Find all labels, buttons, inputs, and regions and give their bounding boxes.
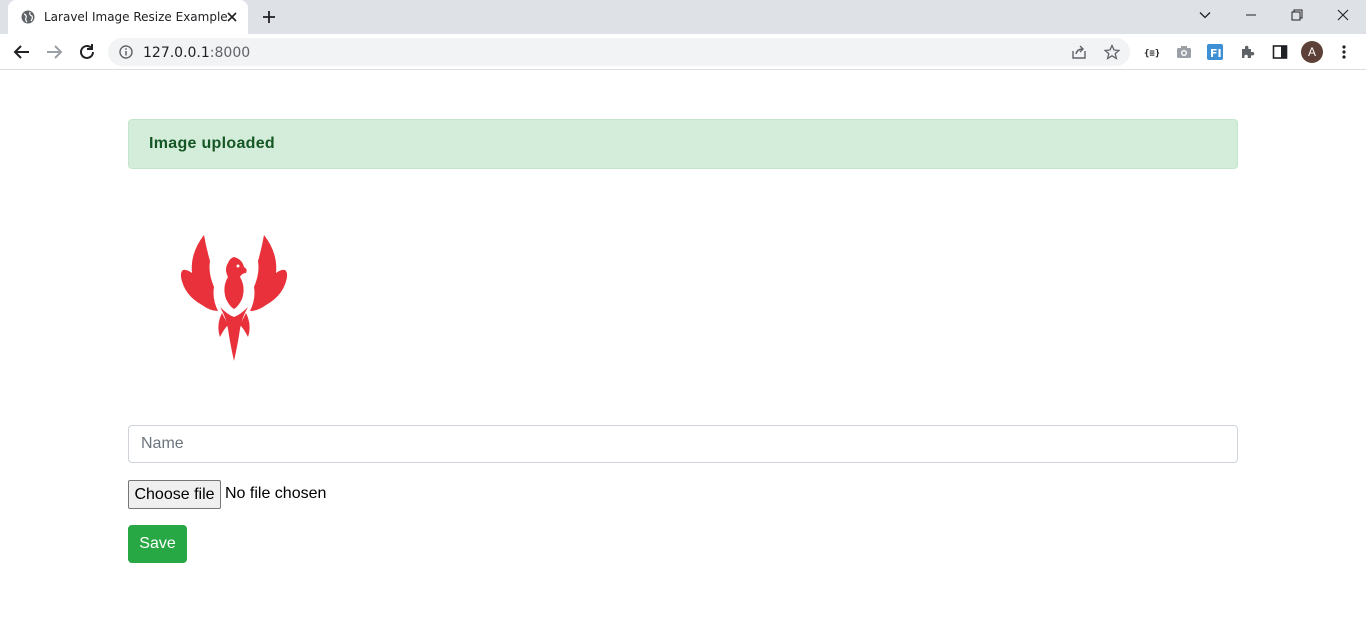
share-icon[interactable] bbox=[1071, 44, 1087, 60]
tab-strip: Laravel Image Resize Example bbox=[0, 0, 1366, 34]
file-status-text: No file chosen bbox=[225, 485, 327, 502]
close-icon[interactable] bbox=[224, 9, 240, 25]
chevron-down-icon bbox=[1199, 12, 1211, 19]
tab-title: Laravel Image Resize Example bbox=[44, 10, 228, 24]
address-bar[interactable]: 127.0.0.1:8000 bbox=[108, 38, 1130, 66]
kebab-menu-icon[interactable] bbox=[1336, 44, 1352, 60]
star-icon[interactable] bbox=[1104, 44, 1120, 60]
fi-extension-icon[interactable]: FI bbox=[1207, 44, 1223, 60]
svg-text:{≡}: {≡} bbox=[1144, 49, 1159, 59]
minimize-button[interactable] bbox=[1228, 0, 1274, 30]
phoenix-logo bbox=[180, 235, 288, 361]
side-panel-icon[interactable] bbox=[1272, 44, 1288, 60]
browser-tab[interactable]: Laravel Image Resize Example bbox=[8, 0, 248, 34]
minimize-icon bbox=[1246, 14, 1256, 16]
restore-button[interactable] bbox=[1274, 0, 1320, 30]
avatar[interactable]: A bbox=[1301, 41, 1323, 63]
globe-icon bbox=[21, 10, 35, 24]
alert-message: Image uploaded bbox=[149, 135, 275, 152]
success-alert: Image uploaded bbox=[128, 119, 1238, 169]
page-content: Image uploaded Choose file No file chose… bbox=[0, 71, 1366, 634]
svg-text:FI: FI bbox=[1210, 47, 1222, 60]
puzzle-icon[interactable] bbox=[1240, 44, 1256, 60]
info-icon[interactable] bbox=[119, 45, 133, 59]
browser-toolbar: 127.0.0.1:8000 {≡} FI A bbox=[0, 34, 1366, 70]
choose-file-button[interactable]: Choose file bbox=[128, 480, 221, 509]
tab-search-button[interactable] bbox=[1182, 0, 1228, 30]
back-arrow-icon[interactable] bbox=[12, 42, 32, 62]
camera-extension-icon[interactable] bbox=[1176, 44, 1192, 60]
forward-arrow-icon[interactable] bbox=[44, 42, 64, 62]
close-window-icon bbox=[1337, 9, 1349, 21]
restore-icon bbox=[1291, 9, 1303, 21]
save-button[interactable]: Save bbox=[128, 525, 187, 563]
json-extension-icon[interactable]: {≡} bbox=[1143, 44, 1159, 60]
reload-icon[interactable] bbox=[77, 42, 97, 62]
plus-icon[interactable] bbox=[261, 9, 277, 25]
name-input[interactable] bbox=[128, 425, 1238, 463]
close-window-button[interactable] bbox=[1320, 0, 1366, 30]
url-text: 127.0.0.1:8000 bbox=[143, 45, 251, 61]
